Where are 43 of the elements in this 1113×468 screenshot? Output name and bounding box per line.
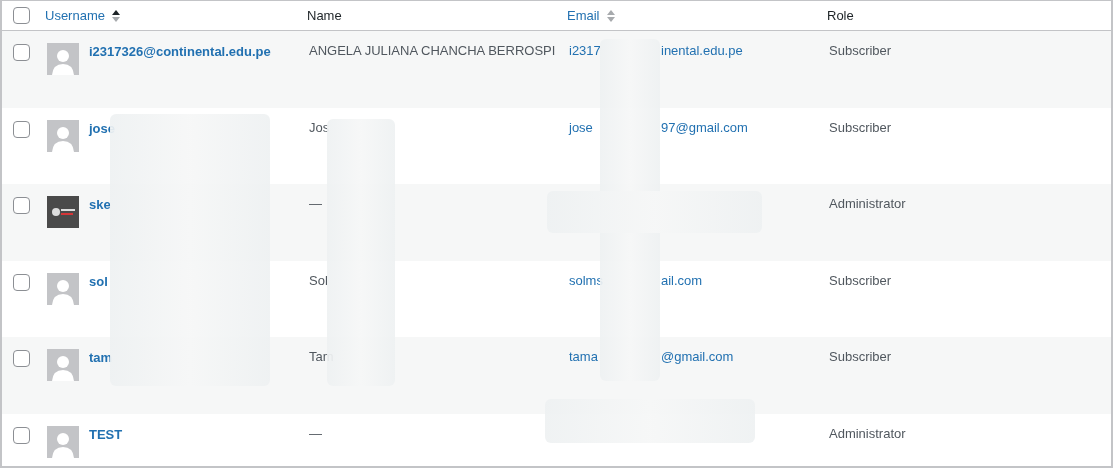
name-text: Sol <box>309 272 328 288</box>
address-link[interactable]: 97@gmail.com <box>661 119 748 135</box>
address-link[interactable]: i2317 <box>569 43 601 58</box>
row-checkbox[interactable] <box>13 120 30 138</box>
role-text: Subscriber <box>829 349 892 364</box>
select-all-checkbox[interactable] <box>13 7 30 24</box>
name-text: — <box>309 425 322 441</box>
column-header: Name <box>307 8 342 23</box>
address-link[interactable]: inental.edu.pe <box>661 43 743 58</box>
role-text: Subscriber <box>829 272 892 288</box>
address-link[interactable]: @gmail.com <box>661 349 734 364</box>
row-checkbox[interactable] <box>13 44 30 61</box>
avatar-icon <box>47 272 79 305</box>
address-link[interactable]: jose <box>569 119 593 135</box>
column-header: Role <box>827 8 854 23</box>
name-text: — <box>309 196 322 211</box>
avatar-logo-icon <box>47 196 79 228</box>
account-link[interactable]: sol <box>89 273 108 289</box>
address-link[interactable]: tama <box>569 349 598 364</box>
account-link[interactable]: ske <box>89 197 111 212</box>
row-checkbox[interactable] <box>13 350 30 367</box>
avatar-icon <box>47 119 79 152</box>
row-checkbox[interactable] <box>13 273 30 291</box>
column-sort-link[interactable]: Username <box>45 8 105 23</box>
name-text: Jos <box>309 119 330 135</box>
account-link[interactable]: tam <box>89 350 113 365</box>
account-link[interactable]: jose <box>89 120 115 136</box>
avatar-icon <box>47 43 79 75</box>
row-checkbox[interactable] <box>13 426 30 444</box>
row-checkbox[interactable] <box>13 197 30 214</box>
role-text: Subscriber <box>829 119 892 135</box>
name-text: ANGELA JULIANA CHANCHA BERROSPI <box>309 43 556 58</box>
account-link[interactable]: TEST <box>89 426 123 442</box>
account-link[interactable]: i2317326@continental.edu.pe <box>89 44 271 59</box>
column-sort-link[interactable]: Email <box>567 8 600 23</box>
role-text: Subscriber <box>829 43 892 58</box>
avatar-icon <box>47 425 79 458</box>
role-text: Administrator <box>829 425 906 441</box>
avatar-icon <box>47 349 79 381</box>
name-text: Tam <box>309 349 334 364</box>
address-link[interactable]: ail.com <box>661 272 703 288</box>
role-text: Administrator <box>829 196 906 211</box>
address-link[interactable]: solms <box>569 272 603 288</box>
